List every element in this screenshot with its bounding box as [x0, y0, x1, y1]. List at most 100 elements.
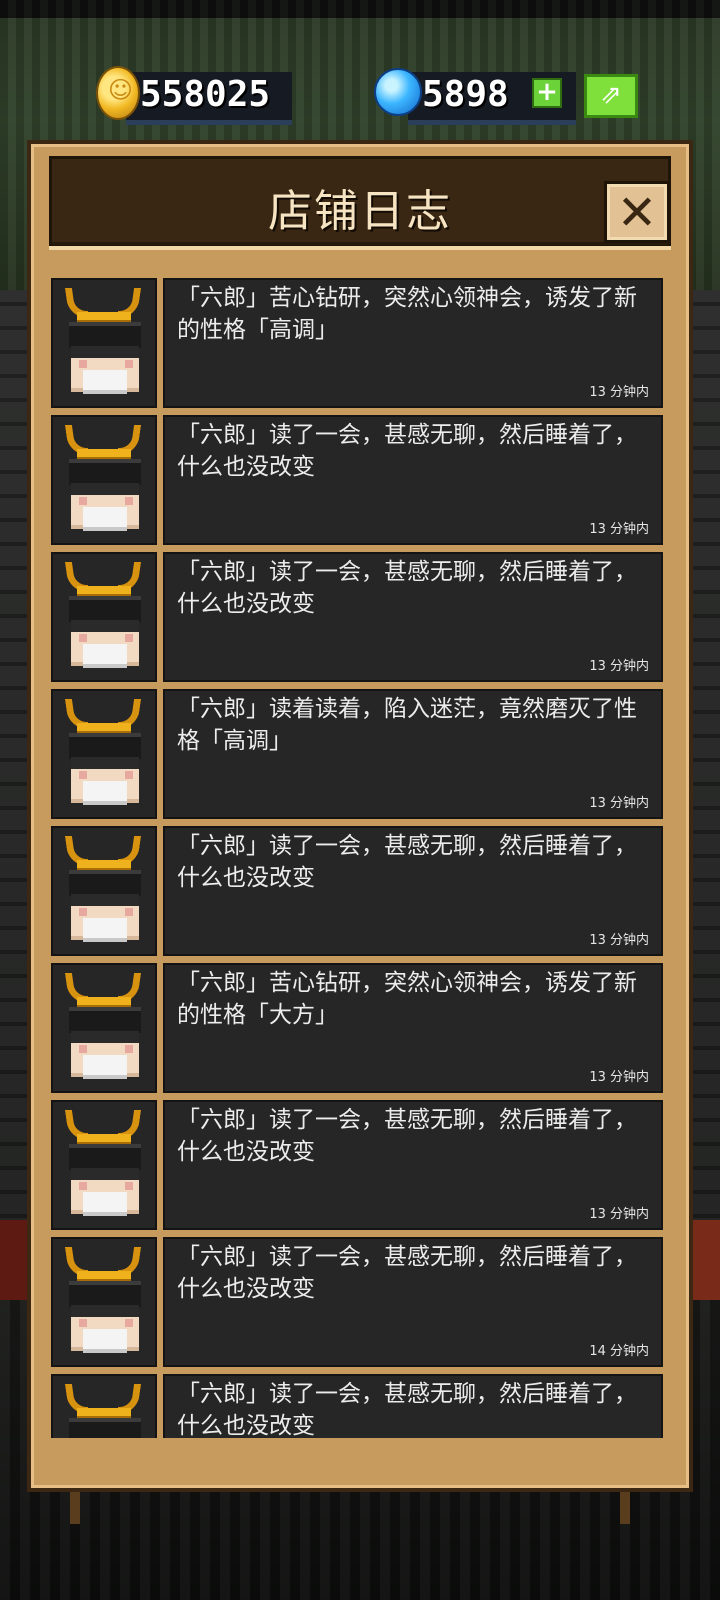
share-icon: ⇗ [600, 80, 622, 110]
modal-leg-right [620, 1490, 630, 1524]
cheek-right [125, 497, 133, 505]
beard [83, 644, 127, 668]
log-message-box: 「六郎」苦心钻研，突然心领神会，诱发了新的性格「高调」 13 分钟内 [163, 278, 663, 408]
log-entry: 「六郎」读了一会，甚感无聊，然后睡着了，什么也没改变 [51, 1374, 663, 1438]
character-avatar [51, 963, 157, 1093]
log-timestamp: 13 分钟内 [589, 659, 649, 674]
headband [71, 1305, 139, 1317]
gem-icon [374, 68, 422, 116]
beard [83, 507, 127, 531]
log-entry: 「六郎」读了一会，甚感无聊，然后睡着了，什么也没改变 13 分钟内 [51, 826, 663, 956]
log-message-text: 「六郎」读了一会，甚感无聊，然后睡着了，什么也没改变 [177, 1381, 637, 1438]
log-entry: 「六郎」读了一会，甚感无聊，然后睡着了，什么也没改变 13 分钟内 [51, 1100, 663, 1230]
beard [83, 1329, 127, 1353]
log-message-text: 「六郎」读了一会，甚感无聊，然后睡着了，什么也没改变 [177, 1107, 637, 1165]
log-message-text: 「六郎」读着读着，陷入迷茫，竟然磨灭了性格「高调」 [177, 696, 637, 754]
log-message-box: 「六郎」读了一会，甚感无聊，然后睡着了，什么也没改变 13 分钟内 [163, 552, 663, 682]
headband [71, 1031, 139, 1043]
log-message-box: 「六郎」读着读着，陷入迷茫，竟然磨灭了性格「高调」 13 分钟内 [163, 689, 663, 819]
log-message-box: 「六郎」读了一会，甚感无聊，然后睡着了，什么也没改变 14 分钟内 [163, 1237, 663, 1367]
log-message-text: 「六郎」读了一会，甚感无聊，然后睡着了，什么也没改变 [177, 422, 637, 480]
modal-leg-left [70, 1490, 80, 1524]
hair [69, 733, 141, 759]
cheek-right [125, 1319, 133, 1327]
log-message-box: 「六郎」苦心钻研，突然心领神会，诱发了新的性格「大方」 13 分钟内 [163, 963, 663, 1093]
cheek-left [79, 1319, 87, 1327]
cheek-left [79, 497, 87, 505]
headband [71, 346, 139, 358]
hair [69, 1281, 141, 1307]
headband [71, 483, 139, 495]
hair [69, 1418, 141, 1438]
cheek-right [125, 1045, 133, 1053]
cheek-right [125, 908, 133, 916]
hair [69, 870, 141, 896]
log-message-text: 「六郎」苦心钻研，突然心领神会，诱发了新的性格「高调」 [177, 285, 637, 343]
log-timestamp: 13 分钟内 [589, 1070, 649, 1085]
cheek-right [125, 1182, 133, 1190]
beard [83, 781, 127, 805]
character-avatar [51, 689, 157, 819]
add-gems-button[interactable]: + [532, 78, 562, 108]
log-list[interactable]: 「六郎」苦心钻研，突然心领神会，诱发了新的性格「高调」 13 分钟内 「六郎」读了一… [51, 278, 663, 1438]
coin-icon [96, 66, 140, 120]
log-timestamp: 13 分钟内 [589, 522, 649, 537]
character-avatar [51, 552, 157, 682]
hair [69, 1144, 141, 1170]
dialog-header: 店铺日志 ✕ [49, 156, 671, 248]
coin-counter: 558025 [96, 66, 292, 125]
close-button[interactable]: ✕ [604, 181, 670, 243]
log-message-text: 「六郎」读了一会，甚感无聊，然后睡着了，什么也没改变 [177, 833, 637, 891]
log-entry: 「六郎」读着读着，陷入迷茫，竟然磨灭了性格「高调」 13 分钟内 [51, 689, 663, 819]
character-avatar [51, 1237, 157, 1367]
headband [71, 757, 139, 769]
log-entry: 「六郎」苦心钻研，突然心领神会，诱发了新的性格「大方」 13 分钟内 [51, 963, 663, 1093]
log-message-text: 「六郎」读了一会，甚感无聊，然后睡着了，什么也没改变 [177, 1244, 637, 1302]
log-timestamp: 13 分钟内 [589, 385, 649, 400]
log-message-text: 「六郎」读了一会，甚感无聊，然后睡着了，什么也没改变 [177, 559, 637, 617]
log-timestamp: 13 分钟内 [589, 933, 649, 948]
character-avatar [51, 415, 157, 545]
share-button[interactable]: ⇗ [584, 74, 638, 118]
log-entry: 「六郎」读了一会，甚感无聊，然后睡着了，什么也没改变 13 分钟内 [51, 552, 663, 682]
log-entry: 「六郎」读了一会，甚感无聊，然后睡着了，什么也没改变 14 分钟内 [51, 1237, 663, 1367]
beard [83, 370, 127, 394]
coin-amount: 558025 [140, 74, 271, 115]
cheek-left [79, 908, 87, 916]
shop-log-dialog: 店铺日志 ✕ 「六郎」苦心钻研，突然心领神会，诱发了新的性格「高调」 13 分钟内… [27, 140, 693, 1492]
log-entry: 「六郎」苦心钻研，突然心领神会，诱发了新的性格「高调」 13 分钟内 [51, 278, 663, 408]
log-message-box: 「六郎」读了一会，甚感无聊，然后睡着了，什么也没改变 13 分钟内 [163, 415, 663, 545]
hair [69, 1007, 141, 1033]
character-avatar [51, 1100, 157, 1230]
hair [69, 322, 141, 348]
log-timestamp: 14 分钟内 [589, 1344, 649, 1359]
beard [83, 918, 127, 942]
cheek-left [79, 360, 87, 368]
cheek-left [79, 634, 87, 642]
log-message-box: 「六郎」读了一会，甚感无聊，然后睡着了，什么也没改变 [163, 1374, 663, 1438]
character-avatar [51, 1374, 157, 1438]
headband [71, 620, 139, 632]
cheek-right [125, 634, 133, 642]
hair [69, 459, 141, 485]
cheek-left [79, 1045, 87, 1053]
headband [71, 1168, 139, 1180]
dialog-title: 店铺日志 [268, 186, 452, 237]
log-entry: 「六郎」读了一会，甚感无聊，然后睡着了，什么也没改变 13 分钟内 [51, 415, 663, 545]
header-divider [49, 246, 671, 250]
log-timestamp: 13 分钟内 [589, 1207, 649, 1222]
cheek-right [125, 771, 133, 779]
character-avatar [51, 278, 157, 408]
gem-amount: 5898 [422, 74, 509, 115]
hair [69, 596, 141, 622]
character-avatar [51, 826, 157, 956]
beard [83, 1055, 127, 1079]
cheek-right [125, 360, 133, 368]
log-message-text: 「六郎」苦心钻研，突然心领神会，诱发了新的性格「大方」 [177, 970, 637, 1028]
cheek-left [79, 1182, 87, 1190]
log-timestamp: 13 分钟内 [589, 796, 649, 811]
close-icon: ✕ [616, 185, 658, 241]
log-message-box: 「六郎」读了一会，甚感无聊，然后睡着了，什么也没改变 13 分钟内 [163, 826, 663, 956]
cheek-left [79, 771, 87, 779]
beard [83, 1192, 127, 1216]
